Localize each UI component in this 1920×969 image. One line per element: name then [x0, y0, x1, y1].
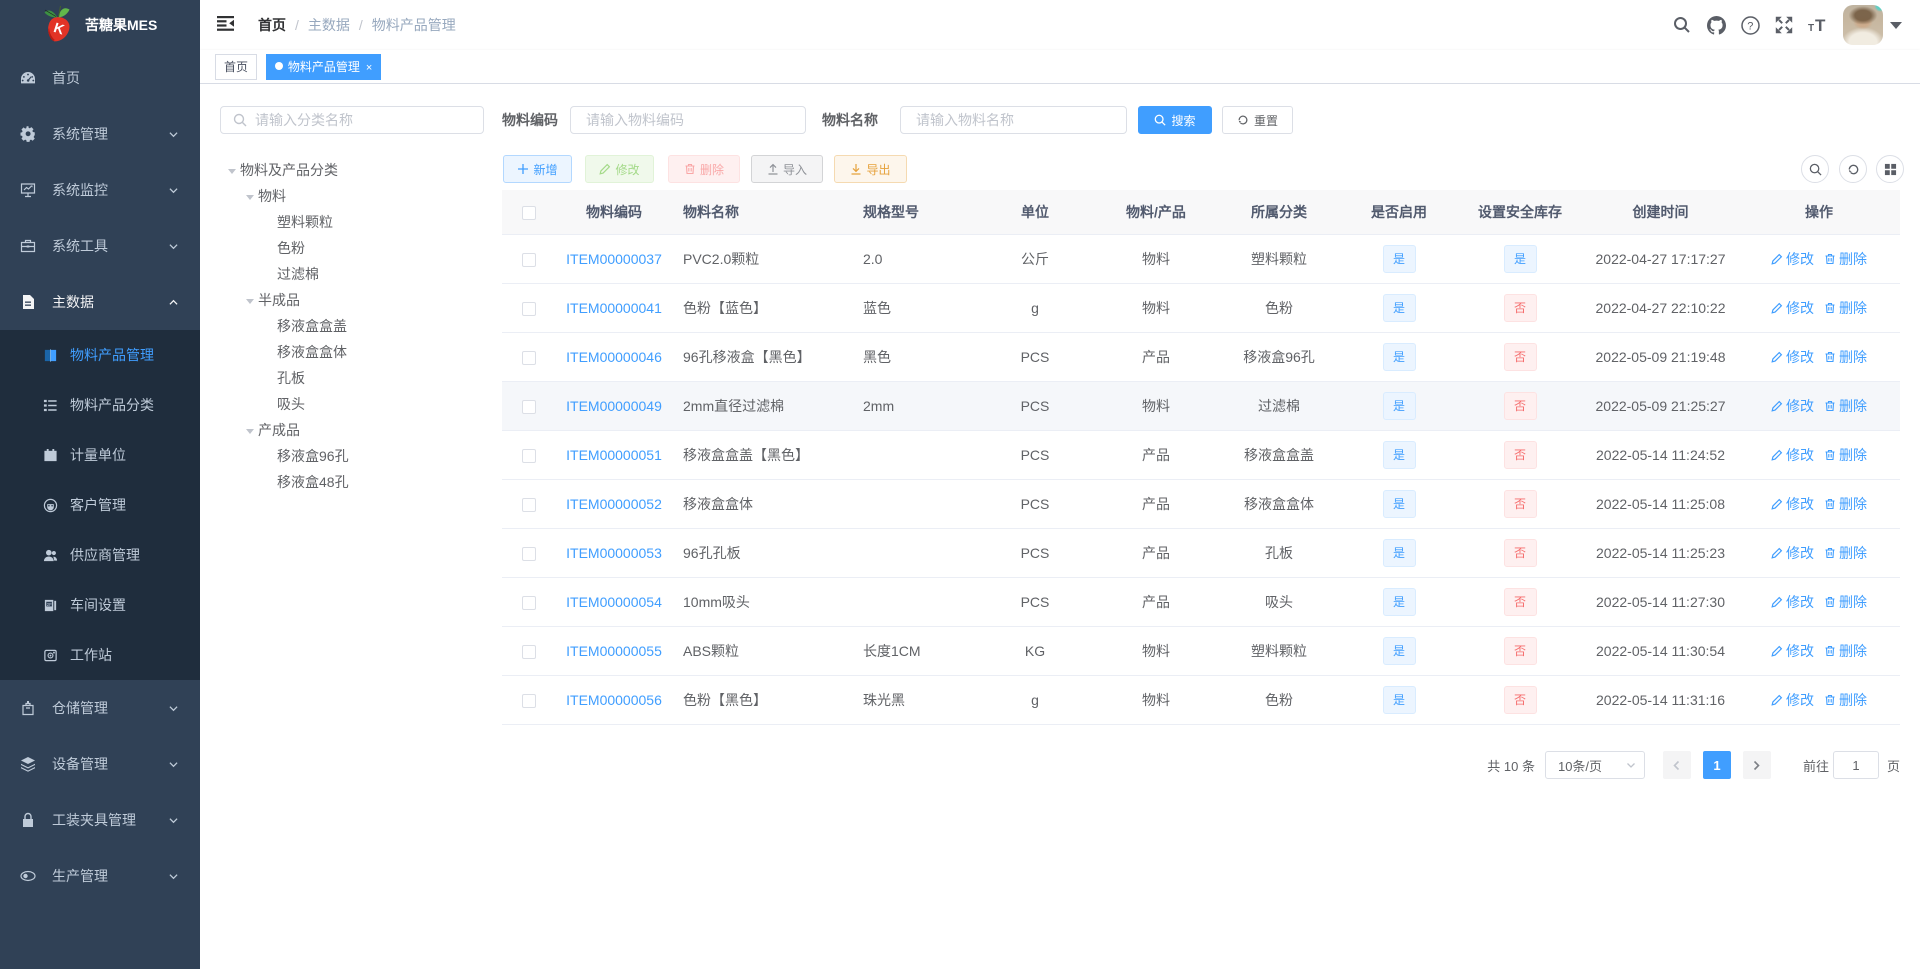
svg-text:?: ? — [1747, 20, 1753, 32]
svg-text:T: T — [1815, 16, 1826, 34]
svg-text:T: T — [1808, 23, 1814, 34]
svg-text:2F: 2F — [47, 601, 52, 606]
